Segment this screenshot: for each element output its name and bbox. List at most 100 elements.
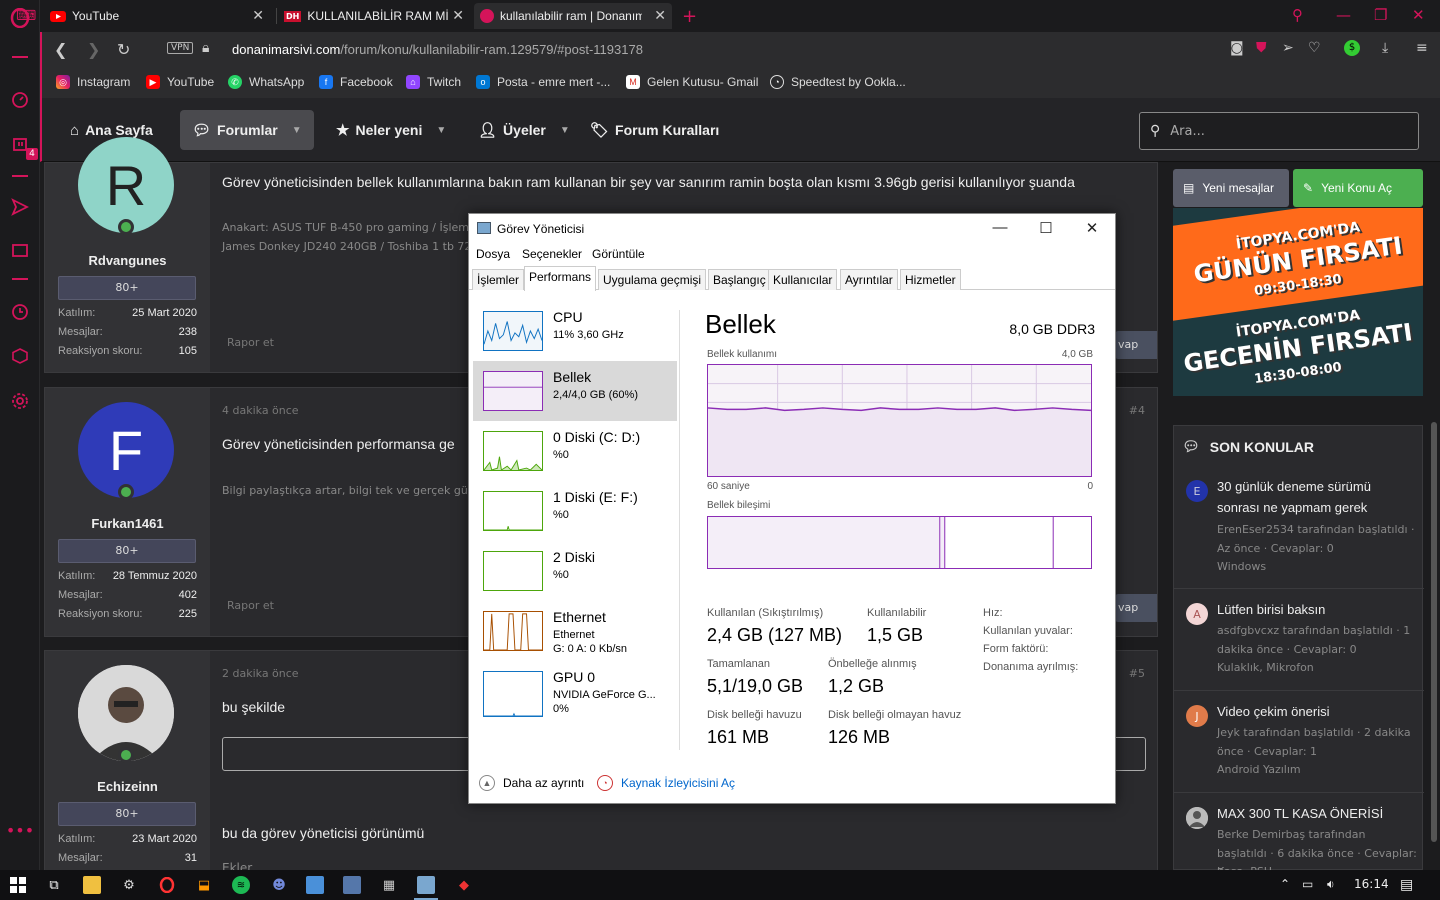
- topic-avatar[interactable]: J: [1186, 705, 1208, 727]
- share-icon[interactable]: ➢: [1282, 40, 1294, 56]
- topic-avatar[interactable]: A: [1186, 603, 1208, 625]
- nav-forums[interactable]: 💬︎ Forumlar ▼: [180, 110, 314, 150]
- post-number[interactable]: #4: [1129, 404, 1145, 417]
- perf-item-disk-2[interactable]: 2 Diski %0: [473, 541, 677, 601]
- network-icon[interactable]: ▭: [1302, 877, 1313, 891]
- recent-topic-item[interactable]: E 30 günlük deneme sürümü sonrası ne yap…: [1186, 476, 1416, 576]
- opera-icon[interactable]: [158, 876, 176, 894]
- close-button[interactable]: ✕: [1069, 219, 1115, 237]
- send-icon[interactable]: [8, 195, 32, 219]
- extensions-cube-icon[interactable]: [8, 344, 32, 368]
- app-icon[interactable]: [306, 876, 324, 894]
- topic-avatar[interactable]: [1186, 807, 1208, 829]
- reply-button[interactable]: vap: [1115, 594, 1157, 622]
- nav-whats-new[interactable]: ★ Neler yeni ▼: [324, 110, 458, 150]
- perf-item-disk-0[interactable]: 0 Diski (C: D:) %0: [473, 421, 677, 481]
- search-tabs-icon[interactable]: ⚲: [1292, 6, 1303, 24]
- minimize-button[interactable]: —: [977, 219, 1023, 236]
- tab-kullanilabilir-ram-donanim[interactable]: kullanılabilir ram | Donanım ✕: [474, 3, 672, 29]
- itopya-promo-banner[interactable]: İTOPYA.COM'DA GÜNÜN FIRSATI 09:30-18:30 …: [1173, 208, 1423, 396]
- maximize-button[interactable]: ☐: [1023, 219, 1069, 237]
- vpn-badge[interactable]: VPN: [167, 42, 194, 54]
- lock-icon[interactable]: 🔒︎: [202, 40, 209, 56]
- bookmark-instagram[interactable]: ◎ Instagram: [56, 75, 130, 89]
- app-icon[interactable]: [343, 876, 361, 894]
- bookmark-twitch[interactable]: ⌂ Twitch: [406, 75, 461, 89]
- perf-item-cpu[interactable]: CPU 11% 3,60 GHz: [473, 301, 677, 361]
- shield-icon[interactable]: ⛊: [1256, 40, 1267, 56]
- volume-icon[interactable]: 🔉︎: [1327, 877, 1335, 892]
- chevron-down-icon[interactable]: ▼: [436, 125, 446, 136]
- tab-kullanilabilir-ram-miktari[interactable]: DH KULLANILABİLİR RAM MİKTARI ✕: [278, 3, 470, 29]
- tab-users[interactable]: Kullanıcılar: [768, 269, 838, 290]
- wallet-extension-icon[interactable]: $: [1344, 40, 1360, 56]
- gamepad-icon[interactable]: ⌨: [16, 8, 36, 24]
- task-view-icon[interactable]: ⧉: [45, 876, 63, 894]
- minimize-button[interactable]: —: [1336, 6, 1351, 24]
- perf-item-disk-1[interactable]: 1 Diski (E: F:) %0: [473, 481, 677, 541]
- new-posts-button[interactable]: ▤ Yeni mesajlar: [1173, 169, 1289, 207]
- page-scrollbar[interactable]: [1428, 162, 1440, 870]
- tab-app-history[interactable]: Uygulama geçmişi: [598, 269, 707, 290]
- tab-youtube[interactable]: ⌨ YouTube ✕: [16, 3, 264, 29]
- bookmark-speedtest[interactable]: ◔ Speedtest by Ookla...: [770, 75, 906, 89]
- bookmark-posta[interactable]: o Posta - emre mert -...: [476, 75, 610, 89]
- show-hidden-icons-icon[interactable]: ⌃: [1280, 877, 1290, 891]
- restore-button[interactable]: ❐: [1374, 6, 1387, 24]
- post-time[interactable]: 2 dakika önce: [222, 667, 299, 680]
- tab-details[interactable]: Ayrıntılar: [840, 269, 898, 290]
- tab-services[interactable]: Hizmetler: [900, 269, 961, 290]
- tab-processes[interactable]: İşlemler: [472, 269, 525, 290]
- perf-item-ethernet[interactable]: Ethernet Ethernet G: 0 A: 0 Kb/sn: [473, 601, 677, 661]
- post-time[interactable]: 4 dakika önce: [222, 404, 299, 417]
- report-link[interactable]: Rapor et: [227, 599, 274, 612]
- chevron-down-icon[interactable]: ▼: [560, 125, 570, 136]
- recent-topic-item[interactable]: A Lütfen birisi baksın asdfgbvcxz tarafı…: [1186, 599, 1416, 689]
- report-link[interactable]: Rapor et: [227, 336, 274, 349]
- steam-icon[interactable]: ⚙: [120, 876, 138, 894]
- tab-startup[interactable]: Başlangıç: [708, 269, 771, 290]
- notifications-icon[interactable]: ▤: [1400, 877, 1413, 893]
- close-tab-icon[interactable]: ✕: [252, 8, 264, 24]
- more-dots-icon[interactable]: •••: [6, 818, 34, 842]
- perf-item-gpu[interactable]: GPU 0 NVIDIA GeForce G... 0%: [473, 661, 677, 721]
- close-tab-icon[interactable]: ✕: [452, 8, 464, 24]
- task-manager-taskbar-icon[interactable]: [417, 876, 435, 894]
- menu-file[interactable]: Dosya: [476, 247, 510, 261]
- app-icon[interactable]: ◆: [455, 876, 473, 894]
- heart-icon[interactable]: ♡: [1308, 40, 1321, 56]
- wallet-icon[interactable]: [8, 238, 32, 262]
- app-icon[interactable]: ⬓: [195, 876, 213, 894]
- chevron-down-icon[interactable]: ▼: [292, 125, 302, 136]
- close-window-button[interactable]: ✕: [1412, 6, 1425, 24]
- download-icon[interactable]: ⤓: [1382, 40, 1388, 56]
- topic-title[interactable]: MAX 300 TL KASA ÖNERİSİ: [1217, 803, 1417, 824]
- windows-start-icon[interactable]: [9, 876, 27, 894]
- reply-button[interactable]: vap: [1115, 331, 1157, 359]
- username[interactable]: Furkan1461: [45, 516, 210, 531]
- settings-gear-icon[interactable]: [8, 389, 32, 413]
- new-tab-button[interactable]: +: [676, 3, 700, 29]
- forward-button[interactable]: ❯: [87, 40, 100, 59]
- close-tab-icon[interactable]: ✕: [654, 8, 666, 24]
- topic-forum[interactable]: Android Yazılım: [1217, 763, 1301, 776]
- recent-topic-item[interactable]: MAX 300 TL KASA ÖNERİSİ Berke Demirbaş t…: [1186, 803, 1417, 879]
- topic-forum[interactable]: Kulaklık, Mikrofon: [1217, 661, 1314, 674]
- topic-avatar[interactable]: E: [1186, 480, 1208, 502]
- speed-dial-icon[interactable]: [8, 88, 32, 112]
- menu-options[interactable]: Seçenekler: [522, 247, 582, 261]
- bookmark-youtube[interactable]: ▶ YouTube: [146, 75, 214, 89]
- forum-search-input[interactable]: ⚲ Ara...: [1139, 112, 1419, 150]
- username[interactable]: Rdvangunes: [45, 253, 210, 268]
- bookmark-gmail[interactable]: M Gelen Kutusu- Gmail: [626, 75, 758, 89]
- history-icon[interactable]: [8, 300, 32, 324]
- recent-topic-item[interactable]: J Video çekim önerisi Jeyk tarafından ba…: [1186, 701, 1416, 791]
- task-manager-titlebar[interactable]: Görev Yöneticisi — ☐ ✕: [469, 214, 1115, 244]
- topic-title[interactable]: Lütfen birisi baksın: [1217, 599, 1417, 620]
- nav-forum-rules[interactable]: 🏷︎ Forum Kuralları: [578, 110, 731, 150]
- nav-members[interactable]: 👤︎ Üyeler ▼: [466, 110, 582, 150]
- file-explorer-icon[interactable]: [83, 876, 101, 894]
- topic-forum[interactable]: Windows: [1217, 560, 1266, 573]
- fewer-details-button[interactable]: ▲ Daha az ayrıntı: [479, 775, 584, 791]
- url-field[interactable]: donanimarsivi.com/forum/konu/kullanilabi…: [232, 42, 643, 57]
